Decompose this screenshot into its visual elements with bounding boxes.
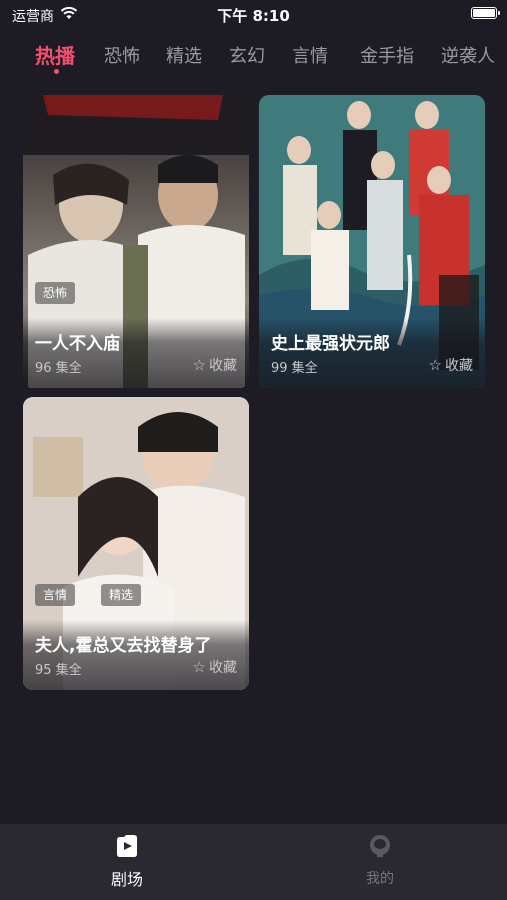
favorite-button[interactable]: ☆ 收藏 xyxy=(193,657,237,677)
drama-title: 夫人,霍总又去找替身了 xyxy=(35,636,212,656)
nav-mine[interactable]: 我的 xyxy=(320,834,440,888)
clock: 下午 8:10 xyxy=(217,7,290,25)
active-tab-indicator xyxy=(54,69,59,74)
drama-card[interactable]: 言情 精选 夫人,霍总又去找替身了 95 集全 ☆ 收藏 xyxy=(23,397,249,690)
favorite-button[interactable]: ☆ 收藏 xyxy=(193,355,237,375)
genre-tag: 言情 xyxy=(35,584,76,606)
tab-fantasy[interactable]: 玄幻 xyxy=(229,42,265,68)
tab-comeback[interactable]: 逆袭人 xyxy=(441,42,495,68)
play-icon xyxy=(117,835,137,857)
drama-title: 史上最强状元郎 xyxy=(271,334,390,354)
profile-icon xyxy=(370,835,390,857)
status-bar: 运营商 下午 8:10 xyxy=(0,0,507,30)
nav-drama-label: 剧场 xyxy=(110,870,143,889)
favorite-button[interactable]: ☆ 收藏 xyxy=(429,355,473,375)
bottom-nav: 剧场 我的 xyxy=(0,824,507,900)
nav-drama[interactable]: 剧场 xyxy=(67,834,187,890)
star-icon: ☆ xyxy=(428,356,442,374)
episode-count: 99 集全 xyxy=(271,361,318,376)
genre-tag: 恐怖 xyxy=(35,282,76,304)
drama-card[interactable]: 恐怖 一人不入庙 96 集全 ☆ 收藏 xyxy=(23,95,249,388)
category-tabs: 热播 恐怖 精选 玄幻 言情 金手指 逆袭人 xyxy=(0,38,507,78)
tab-hot[interactable]: 热播 xyxy=(35,40,75,69)
genre-tag: 精选 xyxy=(101,584,142,606)
star-icon: ☆ xyxy=(192,658,206,676)
tab-golden-finger[interactable]: 金手指 xyxy=(360,42,414,68)
tab-featured[interactable]: 精选 xyxy=(166,42,202,68)
star-icon: ☆ xyxy=(192,356,206,374)
nav-mine-label: 我的 xyxy=(366,871,394,887)
tab-horror[interactable]: 恐怖 xyxy=(104,42,140,68)
episode-count: 95 集全 xyxy=(35,663,82,678)
battery-icon xyxy=(471,7,500,19)
drama-title: 一人不入庙 xyxy=(35,334,120,354)
tab-romance[interactable]: 言情 xyxy=(292,42,328,68)
drama-card[interactable]: 史上最强状元郎 99 集全 ☆ 收藏 xyxy=(259,95,485,388)
episode-count: 96 集全 xyxy=(35,361,82,376)
